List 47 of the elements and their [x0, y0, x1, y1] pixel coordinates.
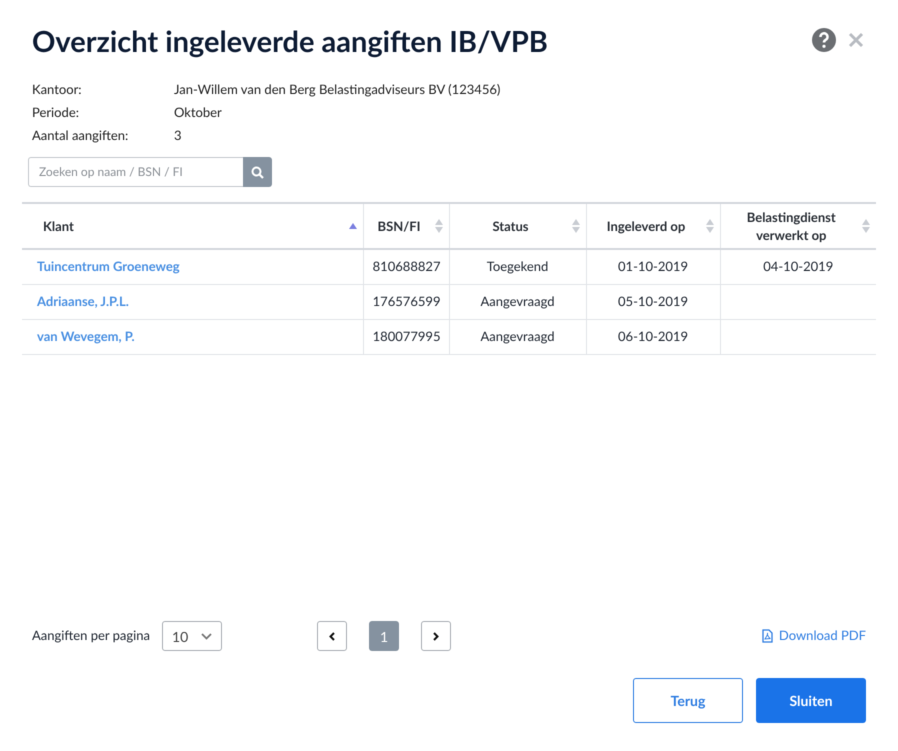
- table-cell: 01-10-2019: [618, 258, 688, 274]
- chevron-left-icon: [329, 632, 335, 640]
- info-value: 3: [174, 126, 182, 145]
- column-header[interactable]: Status: [456, 217, 566, 235]
- chevron-down-icon: [201, 632, 212, 640]
- pdf-file-icon: [762, 629, 773, 643]
- sort-icon[interactable]: [862, 219, 870, 233]
- info-label: Kantoor:: [32, 80, 83, 99]
- search-button[interactable]: [243, 157, 272, 187]
- sort-icon[interactable]: [348, 223, 356, 229]
- table-cell: 05-10-2019: [618, 292, 688, 309]
- table-cell: 04-10-2019: [763, 258, 834, 274]
- previous-page-button[interactable]: [317, 621, 347, 651]
- table-cell: Toegekend: [486, 258, 548, 274]
- column-header[interactable]: BSN/FI: [370, 217, 428, 235]
- sort-icon[interactable]: [434, 219, 442, 233]
- column-header[interactable]: Ingeleverd op: [592, 217, 700, 235]
- info-label: Aantal aangiften:: [32, 126, 130, 145]
- table-cell: 176576599: [372, 292, 440, 309]
- client-link[interactable]: Adriaanse, J.P.L.: [37, 292, 129, 309]
- column-header[interactable]: Klant: [28, 217, 342, 235]
- close-icon[interactable]: [848, 32, 864, 48]
- table-cell: Aangevraagd: [480, 328, 555, 344]
- download-pdf-link[interactable]: Download PDF: [762, 626, 866, 646]
- info-value: Oktober: [174, 103, 222, 122]
- page-button[interactable]: 1: [369, 621, 399, 651]
- client-link[interactable]: Tuincentrum Groeneweg: [37, 258, 180, 274]
- sort-icon[interactable]: [706, 219, 714, 233]
- per-page-label: Aangiften per pagina: [32, 626, 150, 646]
- table-cell: 06-10-2019: [618, 328, 688, 344]
- chevron-right-icon: [433, 632, 439, 640]
- help-icon[interactable]: [812, 28, 836, 52]
- client-link[interactable]: van Wevegem, P.: [37, 328, 135, 344]
- search-field[interactable]: Zoeken op naam / BSN / FI: [28, 157, 243, 187]
- close-button[interactable]: Sluiten: [756, 678, 866, 723]
- back-button[interactable]: Terug: [633, 678, 743, 723]
- search-icon: [251, 166, 264, 178]
- next-page-button[interactable]: [421, 621, 451, 651]
- info-label: Periode:: [32, 103, 80, 122]
- table-cell: Aangevraagd: [480, 292, 555, 309]
- per-page-select[interactable]: 10: [162, 621, 222, 651]
- column-header[interactable]: Belastingdienst verwerkt op: [726, 208, 856, 244]
- sort-icon[interactable]: [572, 219, 580, 233]
- table-cell: 180077995: [372, 328, 440, 344]
- info-value: Jan-Willem van den Berg Belastingadviseurs BV (123456): [174, 80, 500, 99]
- dialog-title: Overzicht ingeleverde aangiften IB/VPB: [32, 23, 548, 61]
- table-cell: 810688827: [372, 258, 440, 274]
